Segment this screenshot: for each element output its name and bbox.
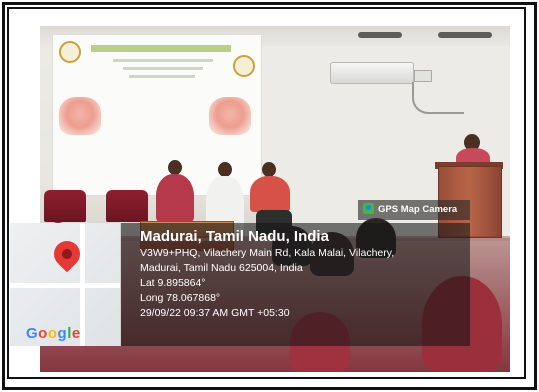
guest-head: [168, 160, 182, 175]
timestamp: 29/09/22 09:37 AM GMT +05:30: [140, 307, 290, 319]
guest: [156, 174, 194, 222]
ceiling-fan: [358, 32, 402, 38]
google-logo: Google: [26, 325, 81, 342]
chair: [44, 190, 86, 222]
screen-text: [123, 67, 203, 70]
gps-camera-tag: GPS Map Camera: [358, 200, 470, 220]
flower-graphic: [59, 97, 101, 135]
screen-text: [129, 75, 195, 78]
guest-head: [262, 162, 276, 177]
logo-icon: [233, 55, 255, 77]
address-line: V3W9+PHQ, Vilachery Main Rd, Kala Malai,…: [140, 247, 395, 259]
flower-graphic: [209, 97, 251, 135]
guest: [250, 176, 290, 212]
screen-heading: [91, 45, 231, 52]
map-road: [10, 283, 120, 288]
guest-head: [218, 162, 232, 177]
screen-text: [113, 59, 213, 62]
location-city: Madurai, Tamil Nadu, India: [140, 228, 329, 245]
map-thumbnail: Google: [10, 223, 121, 346]
switch-box: [414, 70, 432, 82]
ac-pipe: [412, 82, 464, 114]
latitude: Lat 9.895864°: [140, 277, 206, 289]
logo-icon: [59, 41, 81, 63]
address-line: Madurai, Tamil Nadu 625004, India: [140, 262, 303, 274]
location-info: Madurai, Tamil Nadu, India V3W9+PHQ, Vil…: [140, 227, 394, 321]
chair: [106, 190, 148, 222]
gps-camera-label: GPS Map Camera: [378, 204, 458, 215]
air-conditioner: [330, 62, 414, 84]
gps-camera-icon: [363, 203, 374, 214]
map-road: [80, 223, 85, 346]
ceiling-fan: [438, 32, 492, 38]
longitude: Long 78.067868°: [140, 292, 221, 304]
